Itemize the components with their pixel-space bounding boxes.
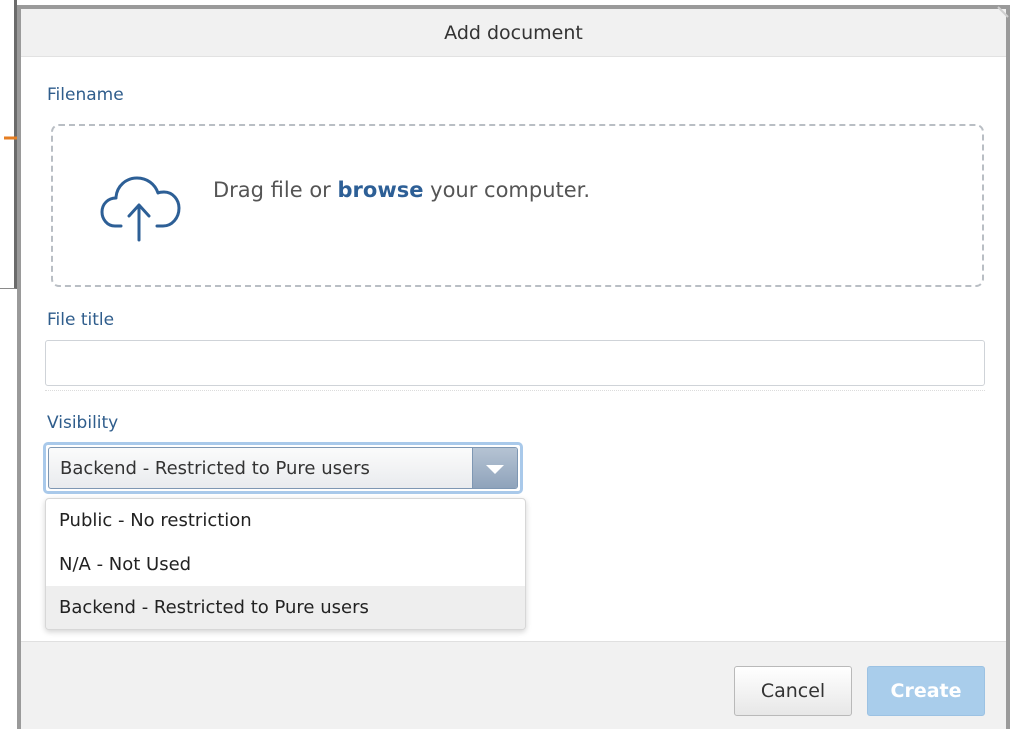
visibility-option-not-used[interactable]: N/A - Not Used xyxy=(46,543,525,587)
chevron-down-icon xyxy=(486,465,504,474)
dialog-header: Add document xyxy=(21,9,1006,57)
cancel-button[interactable]: Cancel xyxy=(734,666,852,716)
visibility-option-backend[interactable]: Backend - Restricted to Pure users xyxy=(46,586,525,629)
filename-label: Filename xyxy=(47,85,124,105)
dialog-title: Add document xyxy=(444,22,583,44)
cloud-upload-icon xyxy=(100,176,181,242)
dropzone-text-prefix: Drag file or xyxy=(213,178,338,202)
file-title-input[interactable] xyxy=(45,340,985,386)
input-divider xyxy=(45,390,985,392)
visibility-label: Visibility xyxy=(47,413,119,433)
visibility-selected-value: Backend - Restricted to Pure users xyxy=(60,458,370,479)
add-document-dialog: Add document Filename Drag file or brows… xyxy=(17,5,1010,729)
visibility-options-list: Public - No restriction N/A - Not Used B… xyxy=(45,498,526,630)
visibility-dropdown-toggle[interactable] xyxy=(472,448,517,488)
file-dropzone[interactable]: Drag file or browse your computer. xyxy=(51,124,984,287)
visibility-select-body: Backend - Restricted to Pure users xyxy=(48,447,518,489)
corner-mark-icon xyxy=(997,6,1009,18)
browse-link[interactable]: browse xyxy=(338,178,424,202)
dialog-footer: Cancel Create xyxy=(21,641,1006,729)
visibility-option-public[interactable]: Public - No restriction xyxy=(46,499,525,543)
screen: Add document Filename Drag file or brows… xyxy=(0,0,1016,729)
dropzone-instructions: Drag file or browse your computer. xyxy=(213,178,590,202)
file-title-label: File title xyxy=(47,310,115,330)
create-button[interactable]: Create xyxy=(867,666,985,716)
dropzone-text-suffix: your computer. xyxy=(423,178,591,202)
visibility-select[interactable]: Backend - Restricted to Pure users xyxy=(43,442,523,494)
